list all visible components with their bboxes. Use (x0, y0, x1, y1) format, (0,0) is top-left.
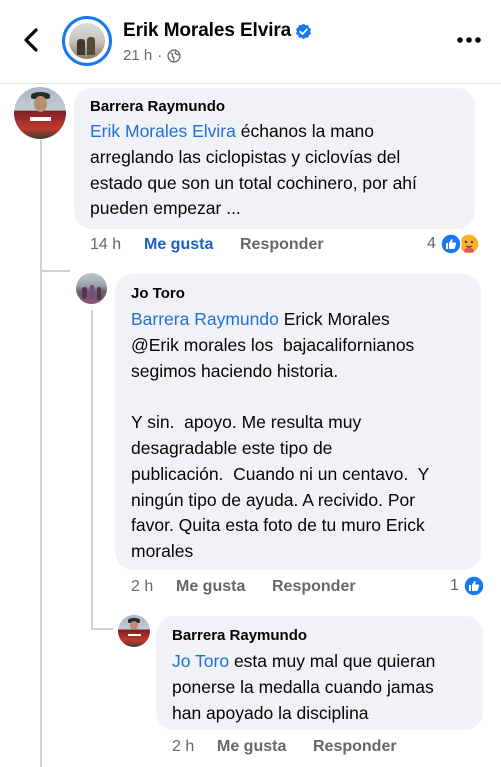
comment-line: @Erik morales los bajacalifornianos (131, 334, 415, 355)
comment-line: estado que son un total cochinero, por a… (90, 172, 417, 193)
comment-line: esta muy mal que quieran (229, 651, 436, 671)
thread-line (40, 140, 42, 767)
page-name[interactable]: Erik Morales Elvira (123, 20, 291, 42)
post-header: Erik Morales Elvira 21 h · (0, 0, 501, 82)
comment-line: segimos haciendo historia. (131, 360, 339, 381)
page-avatar[interactable] (62, 16, 112, 66)
comment-bubble: Barrera Raymundo Erik Morales Elvira éch… (74, 88, 475, 229)
comment-text: Erik Morales Elvira échanos la mano arreg… (90, 119, 470, 222)
like-button[interactable]: Me gusta (217, 738, 286, 756)
verified-badge-icon (296, 23, 311, 40)
like-icon (440, 233, 462, 255)
comment-line: échanos la mano (235, 121, 375, 141)
comment-line: Y sin. apoyo. Me resulta muy (131, 412, 362, 433)
comment-line: favor. Quita esta foto de tu muro Erick (131, 515, 425, 536)
comment-author[interactable]: Barrera Raymundo (172, 627, 307, 644)
reaction-count: 1 (450, 577, 459, 594)
comment-line: ponerse la medalla cuando jamas (172, 676, 434, 697)
thread-line (91, 310, 93, 630)
post-time[interactable]: 21 h (123, 47, 152, 64)
more-horizontal-icon[interactable] (456, 33, 482, 47)
meta-separator: · (157, 47, 163, 64)
comment-actions: 2 h Me gusta Responder (172, 738, 472, 758)
comment-bubble: Barrera Raymundo Jo Toro esta muy mal qu… (156, 616, 483, 730)
comment-line: desagradable este tipo de (131, 437, 333, 458)
thread-branch (91, 628, 113, 630)
mention-link[interactable]: Jo Toro (172, 651, 229, 671)
globe-icon (167, 48, 181, 63)
avatar[interactable] (118, 615, 150, 647)
like-button[interactable]: Me gusta (176, 578, 245, 596)
thread-branch (40, 270, 70, 272)
reply-button[interactable]: Responder (313, 738, 397, 756)
comment-author[interactable]: Barrera Raymundo (90, 98, 225, 115)
reaction-count: 4 (427, 235, 436, 252)
comment-line: morales (131, 541, 194, 562)
comment-line: han apoyado la disciplina (172, 702, 369, 723)
mention-link[interactable]: Barrera Raymundo (131, 309, 279, 329)
comment-line: ningún tipo de ayuda. A recivido. Por (131, 489, 416, 510)
like-button[interactable]: Me gusta (144, 236, 213, 254)
reaction-summary[interactable]: 4 (427, 233, 482, 255)
comment-time[interactable]: 2 h (131, 578, 153, 596)
mention-link[interactable]: Erik Morales Elvira (90, 121, 236, 141)
chevron-left-icon[interactable] (18, 26, 44, 54)
comment-time[interactable]: 14 h (90, 236, 121, 254)
comment-author[interactable]: Jo Toro (131, 285, 185, 302)
comment-actions: 14 h Me gusta Responder (90, 236, 470, 256)
comment-line: arreglando las ciclopistas y ciclovías d… (90, 146, 401, 167)
avatar[interactable] (76, 273, 107, 304)
reply-button[interactable]: Responder (240, 236, 324, 254)
comment-line: publicación. Cuando ni un centavo. Y (131, 463, 430, 484)
reply-button[interactable]: Responder (272, 578, 356, 596)
post-meta: 21 h · (123, 47, 181, 64)
comment-line: Erick Morales (278, 309, 390, 329)
comment-line: pueden empezar ... (90, 198, 241, 219)
comment-actions: 2 h Me gusta Responder (131, 578, 461, 598)
header-divider (0, 83, 501, 84)
avatar[interactable] (14, 87, 66, 139)
comment-bubble: Jo Toro Barrera Raymundo Erick Morales @E… (115, 274, 481, 570)
like-icon (463, 575, 485, 597)
comment-text: Jo Toro esta muy mal que quieran ponerse … (172, 649, 477, 726)
comment-time[interactable]: 2 h (172, 738, 194, 756)
comment-text: Barrera Raymundo Erick Morales @Erik mora… (131, 307, 476, 565)
reaction-summary[interactable]: 1 (450, 575, 485, 597)
